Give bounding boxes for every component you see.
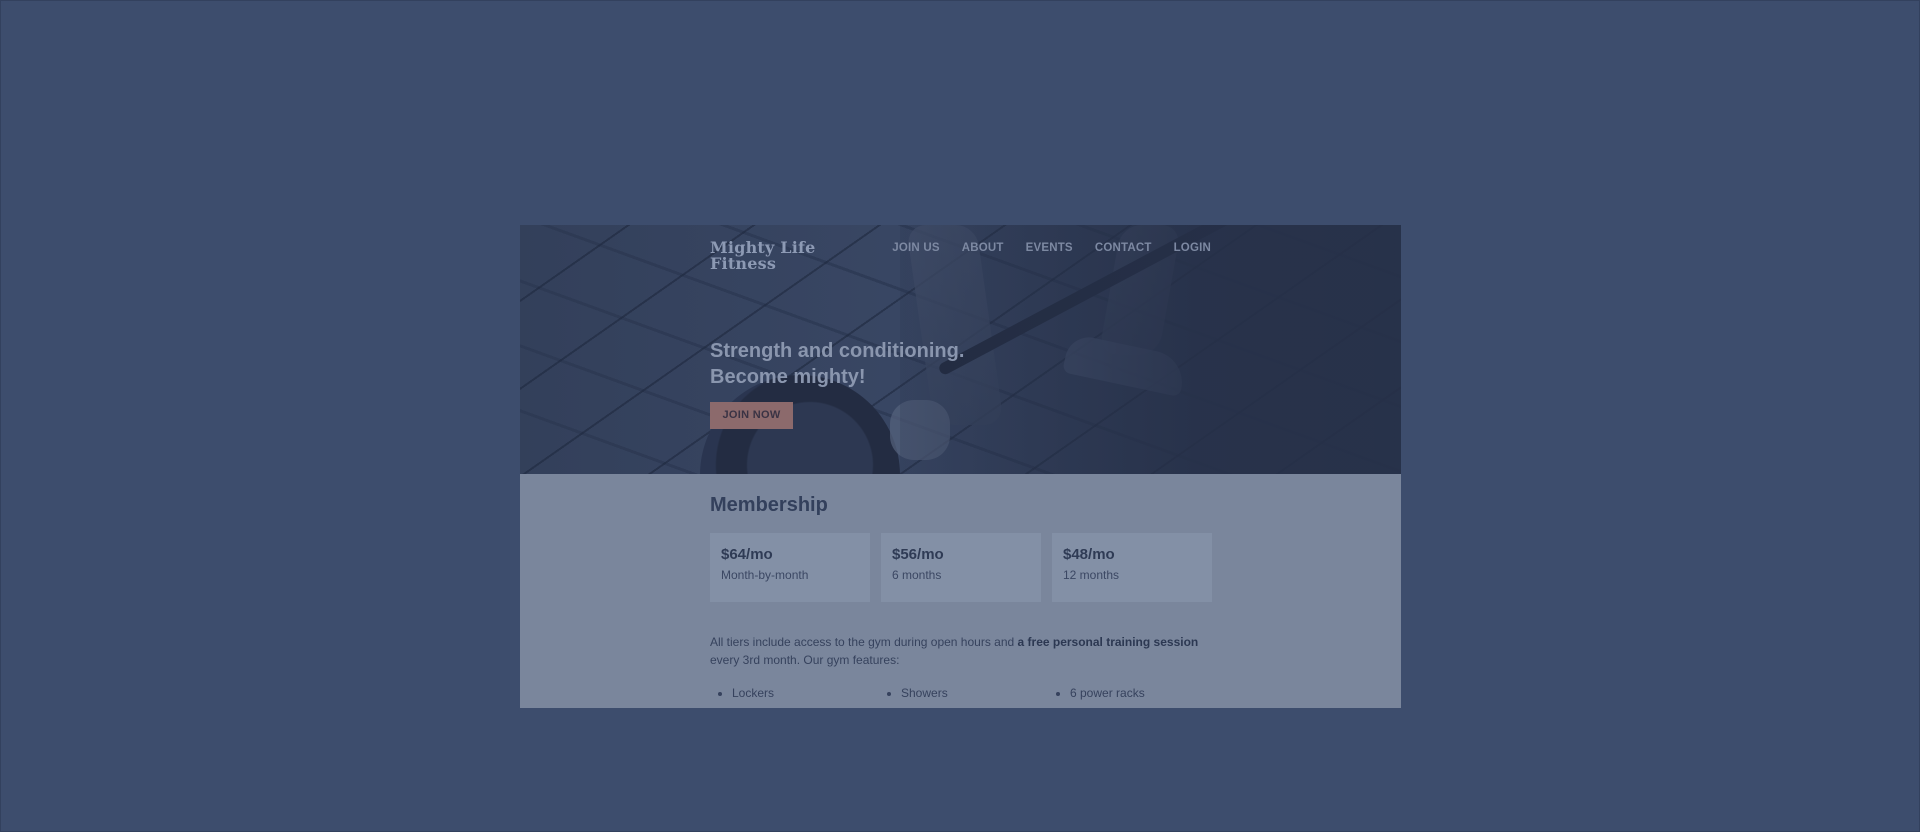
- feature-item: Showers: [879, 686, 1048, 700]
- description-text: All tiers include access to the gym duri…: [710, 635, 1018, 649]
- description-text-end: every 3rd month. Our gym features:: [710, 653, 900, 667]
- hero-headline-line-2: Become mighty!: [710, 366, 866, 388]
- hero-section: Mighty Life Fitness JOIN US ABOUT EVENTS…: [520, 225, 1401, 575]
- membership-description: All tiers include access to the gym duri…: [710, 633, 1210, 669]
- nav-login[interactable]: LOGIN: [1174, 242, 1211, 254]
- tier-term: Month-by-month: [721, 568, 809, 582]
- membership-section: Membership $64/mo Month-by-month $56/mo …: [520, 474, 1401, 708]
- features-list: Lockers Showers 6 power racks: [710, 686, 1220, 700]
- nav-contact[interactable]: CONTACT: [1095, 242, 1152, 254]
- tier-card-12-months[interactable]: $48/mo 12 months: [1052, 533, 1212, 602]
- main-nav: JOIN US ABOUT EVENTS CONTACT LOGIN: [892, 242, 1211, 254]
- website-preview: Mighty Life Fitness JOIN US ABOUT EVENTS…: [520, 225, 1401, 708]
- feature-item: Lockers: [710, 686, 879, 700]
- description-bold-text: a free personal training session: [1017, 635, 1199, 649]
- tier-price: $64/mo: [721, 546, 773, 563]
- tier-card-6-months[interactable]: $56/mo 6 months: [881, 533, 1041, 602]
- tier-price: $56/mo: [892, 546, 944, 563]
- join-now-button[interactable]: JOIN NOW: [710, 402, 793, 429]
- tier-term: 12 months: [1063, 568, 1120, 582]
- hero-headline: Strength and conditioning. Become mighty…: [710, 338, 964, 390]
- tier-term: 6 months: [892, 568, 942, 582]
- nav-events[interactable]: EVENTS: [1026, 242, 1073, 254]
- tier-card-monthly[interactable]: $64/mo Month-by-month: [710, 533, 870, 602]
- nav-join-us[interactable]: JOIN US: [892, 242, 939, 254]
- tier-price: $48/mo: [1063, 546, 1115, 563]
- feature-item: 6 power racks: [1048, 686, 1217, 700]
- site-logo[interactable]: Mighty Life Fitness: [710, 240, 815, 272]
- logo-line-2: Fitness: [710, 254, 777, 273]
- membership-title: Membership: [710, 494, 828, 516]
- hero-headline-line-1: Strength and conditioning.: [710, 340, 965, 362]
- nav-about[interactable]: ABOUT: [962, 242, 1004, 254]
- hero-shade: [900, 225, 1401, 474]
- modal-overlay: Mighty Life Fitness JOIN US ABOUT EVENTS…: [0, 0, 1920, 832]
- membership-tiers: $64/mo Month-by-month $56/mo 6 months $4…: [710, 533, 1212, 602]
